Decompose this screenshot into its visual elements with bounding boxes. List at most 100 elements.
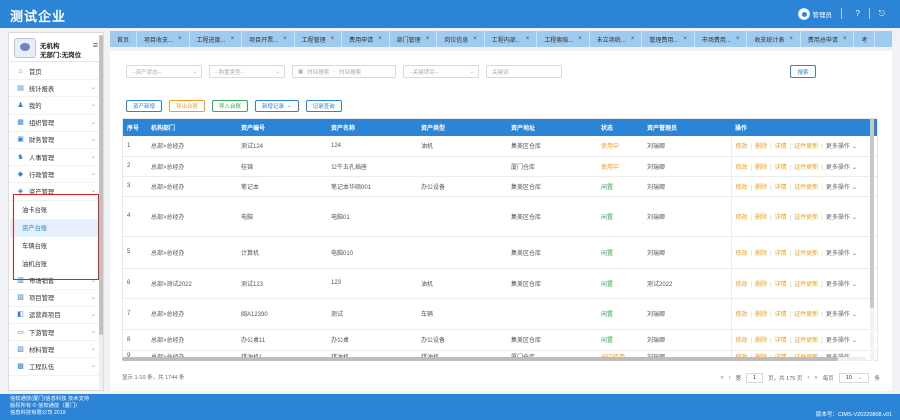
op-link[interactable]: 更多操作 — [826, 282, 850, 288]
submenu-item[interactable]: 资产台账 — [10, 218, 102, 237]
op-link[interactable]: 修改 — [736, 165, 748, 171]
purchase-type-select[interactable]: --购置类型-- ⌄ — [209, 65, 285, 78]
op-link[interactable]: 更多操作 — [826, 144, 850, 150]
new-record-button[interactable]: 新增记录 ⌄ — [255, 100, 299, 112]
op-link[interactable]: 更多操作 — [826, 338, 850, 344]
tab[interactable]: 项目开票... × — [242, 31, 295, 47]
prev-page-icon[interactable]: ‹ — [729, 375, 731, 381]
close-icon[interactable]: × — [426, 36, 430, 42]
op-link[interactable]: 证件更新 — [794, 185, 818, 191]
op-link[interactable]: 详情 — [775, 165, 787, 171]
tab[interactable]: 管理费用... × — [642, 31, 695, 47]
op-link[interactable]: 证件更新 — [794, 215, 818, 221]
tab[interactable]: 工程内部... × — [485, 31, 538, 47]
op-link[interactable]: 更多操作 — [826, 215, 850, 221]
sidebar-item[interactable]: ◆ 行政管理 ⌄ — [10, 166, 102, 184]
tab[interactable]: 首页 — [110, 31, 138, 47]
op-link[interactable]: 删除 — [755, 312, 767, 318]
op-link[interactable]: 详情 — [775, 251, 787, 257]
project-select[interactable]: --关键项目-- ⌄ — [403, 65, 479, 78]
sidebar-item[interactable]: ◈ 资产管理 ⌄ — [10, 183, 102, 201]
op-link[interactable]: 删除 — [755, 165, 767, 171]
op-link[interactable]: 证件更新 — [794, 338, 818, 344]
sidebar-item[interactable]: ▥ 市场销售 ⌄ — [10, 273, 102, 290]
op-link[interactable]: 删除 — [755, 144, 767, 150]
keyword-input[interactable]: 关键词 — [486, 65, 562, 78]
op-link[interactable]: 证件更新 — [794, 165, 818, 171]
tab[interactable]: 部门管理 × — [390, 31, 438, 47]
close-icon[interactable]: × — [683, 36, 687, 42]
sidebar-item[interactable]: ◧ 运营商项目 ⌄ — [10, 307, 102, 325]
tab[interactable]: 工程管理 × — [295, 31, 343, 47]
sidebar-scrollbar[interactable] — [99, 35, 103, 389]
add-asset-button[interactable]: 资产新增 — [126, 100, 163, 112]
next-page-icon[interactable]: › — [807, 375, 809, 381]
table-row[interactable]: 1 总部>总经办 测试124 124 油机 集美区仓库 使用中 刘瑞卿 修改 | 删除 | 详情 | 证件更… — [123, 136, 877, 157]
op-link[interactable]: 修改 — [736, 312, 748, 318]
export-button[interactable]: 导出台账 — [169, 100, 206, 112]
hscroll-thumb[interactable] — [122, 357, 838, 361]
table-row[interactable]: 7 总部>总经办 闽A12390 测试 车辆 闲置 刘瑞卿 修改 | 删除 | 详情 | 证件更新 | 更多操… — [123, 298, 877, 330]
close-icon[interactable]: × — [178, 36, 182, 42]
op-link[interactable]: 修改 — [736, 215, 748, 221]
search-button[interactable]: 搜索 — [790, 65, 816, 78]
asset-status-select[interactable]: --资产状态-- ⌄ — [126, 65, 202, 78]
sidebar-item[interactable]: ▣ 财务管理 ⌄ — [10, 132, 102, 149]
table-row[interactable]: 2 总部>总经办 桂锦 公牛五孔插座 厦门仓库 使用中 刘瑞卿 修改 | 删除 | 详情 | 证件更新 | 更… — [123, 156, 877, 177]
close-icon[interactable]: × — [331, 36, 335, 42]
op-link[interactable]: 删除 — [755, 185, 767, 191]
op-link[interactable]: 更多操作 — [826, 185, 850, 191]
close-icon[interactable]: × — [526, 36, 530, 42]
sidebar-item[interactable]: ⌂ 首页 — [10, 63, 102, 81]
table-hscrollbar[interactable] — [122, 357, 866, 361]
tab[interactable]: 费用申请 × — [342, 31, 390, 47]
op-link[interactable]: 详情 — [775, 144, 787, 150]
time-range-input[interactable]: ▦ 时间搜索 - 时间搜索 — [292, 65, 396, 78]
op-link[interactable]: 证件更新 — [794, 251, 818, 257]
submenu-item[interactable]: 车辆台账 — [10, 237, 102, 255]
op-link[interactable]: 删除 — [755, 251, 767, 257]
sidebar-item[interactable]: ▤ 统计报表 ⌄ — [10, 80, 102, 98]
close-icon[interactable]: × — [283, 36, 287, 42]
close-icon[interactable]: × — [231, 36, 235, 42]
op-link[interactable]: 修改 — [736, 185, 748, 191]
close-icon[interactable]: × — [578, 36, 582, 42]
op-link[interactable]: 证件更新 — [794, 282, 818, 288]
table-row[interactable]: 4 总部>总经办 电脑 电脑01 集美区仓库 闲置 刘瑞卿 修改 | 删除 | 详情 | 证件更新 | 更多操… — [123, 196, 877, 237]
op-link[interactable]: 证件更新 — [794, 144, 818, 150]
record-query-button[interactable]: 记录查询 — [305, 100, 342, 112]
op-link[interactable]: 修改 — [736, 251, 748, 257]
close-icon[interactable]: × — [789, 36, 793, 42]
close-icon[interactable]: × — [736, 36, 740, 42]
close-icon[interactable]: × — [631, 36, 635, 42]
sidebar-item[interactable]: ♟ 我的 ⌄ — [10, 97, 102, 115]
op-link[interactable]: 详情 — [775, 215, 787, 221]
first-page-icon[interactable]: « — [720, 375, 723, 381]
tab[interactable]: 项目收支... × — [137, 31, 190, 47]
op-link[interactable]: 详情 — [775, 185, 787, 191]
op-link[interactable]: 修改 — [736, 282, 748, 288]
sidebar-item[interactable]: ▨ 材料管理 ⌄ — [10, 341, 102, 359]
tab[interactable]: 收支统计表 × — [747, 31, 801, 47]
per-page-select[interactable]: 10 ⌄ — [838, 373, 870, 383]
op-link[interactable]: 修改 — [736, 338, 748, 344]
tab[interactable]: 工程进度... × — [190, 31, 243, 47]
op-link[interactable]: 删除 — [755, 215, 767, 221]
submenu-item[interactable]: 油卡台账 — [10, 201, 102, 219]
tab[interactable]: 市场费用... × — [695, 31, 748, 47]
tab[interactable]: 岗位信息 × — [437, 31, 485, 47]
op-link[interactable]: 详情 — [775, 338, 787, 344]
sidebar-item[interactable]: ▧ 项目管理 ⌄ — [10, 290, 102, 307]
sidebar-item[interactable]: ▦ 组织管理 ⌄ — [10, 115, 102, 132]
menu-toggle-icon[interactable]: ≡ — [93, 40, 98, 50]
op-link[interactable]: 更多操作 — [826, 312, 850, 318]
op-link[interactable]: 证件更新 — [794, 312, 818, 318]
sidebar-item[interactable]: ▭ 下游管理 ⌄ — [10, 324, 102, 342]
table-row[interactable]: 3 总部>总经办 笔记本 笔记本华硕001 办公设备 集美区仓库 闲置 刘瑞卿 修改 | 删除 | 详情… — [123, 176, 877, 197]
logout-icon[interactable]: ⎋ — [879, 9, 885, 19]
sidebar-scroll-thumb[interactable] — [99, 35, 103, 335]
tab[interactable]: 工程索赔... × — [537, 31, 590, 47]
user-menu[interactable]: 管理员 — [797, 8, 832, 20]
table-vscrollbar[interactable] — [870, 118, 874, 361]
help-icon[interactable]: ? — [856, 9, 860, 18]
